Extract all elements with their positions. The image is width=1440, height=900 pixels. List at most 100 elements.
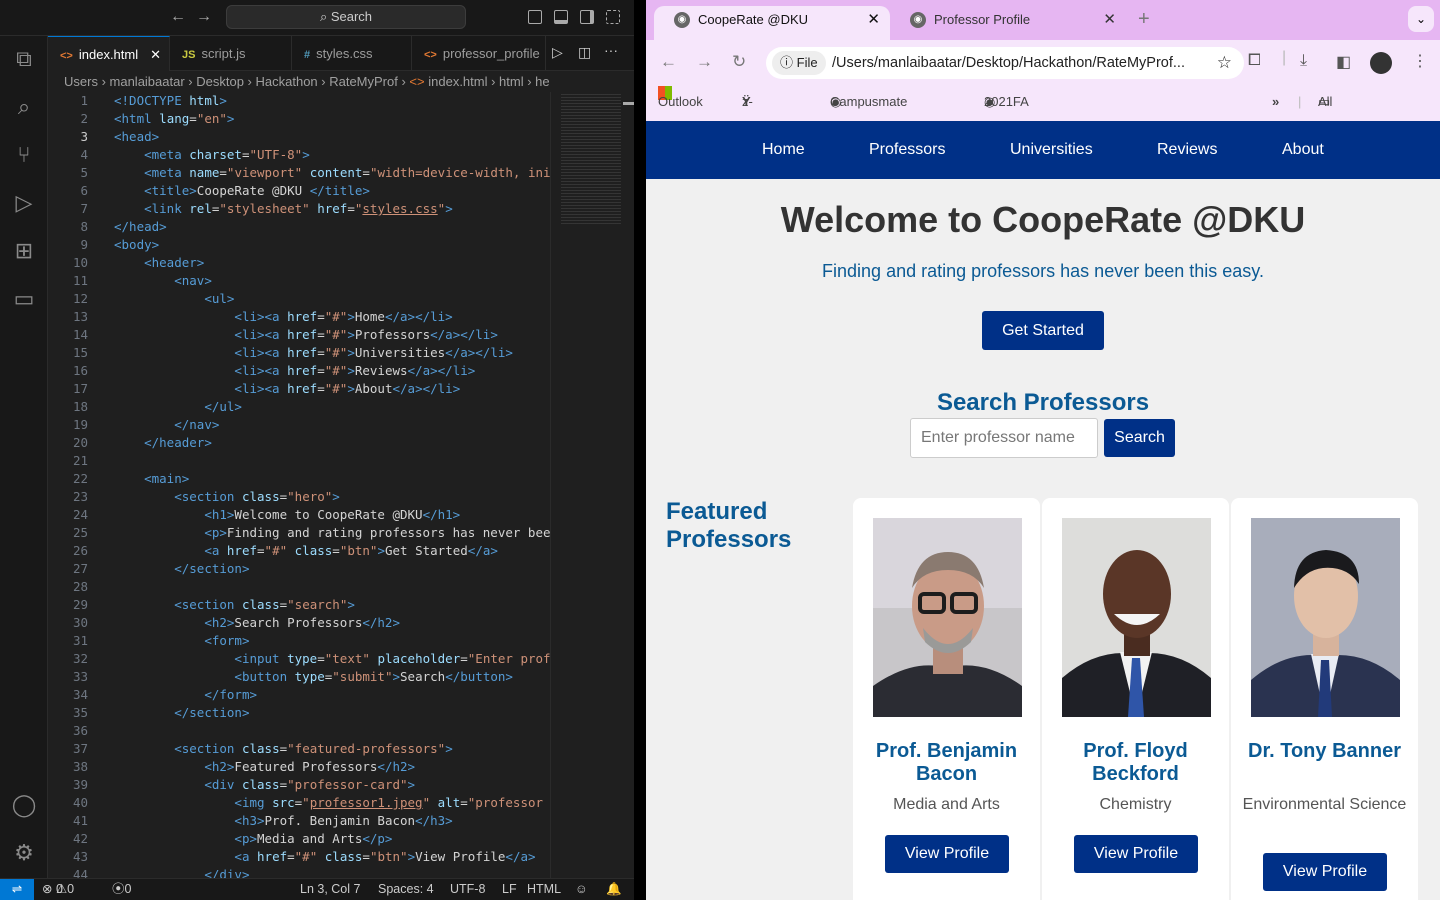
view-profile-button[interactable]: View Profile xyxy=(1263,853,1387,891)
nav-link-home[interactable]: Home xyxy=(762,121,805,179)
breadcrumb-item[interactable]: index.html xyxy=(428,74,487,89)
tab-script-js[interactable]: JS script.js xyxy=(170,36,292,71)
back-arrow-icon[interactable]: ← xyxy=(170,8,186,26)
code-line[interactable]: <form> xyxy=(114,633,249,648)
split-editor-icon[interactable]: ◫ xyxy=(578,44,591,61)
breadcrumb-item[interactable]: manlaibaatar xyxy=(110,74,185,89)
code-line[interactable]: <h3>Prof. Benjamin Bacon</h3> xyxy=(114,813,452,828)
code-line[interactable]: <section class="hero"> xyxy=(114,489,340,504)
code-line[interactable]: <!DOCTYPE html> xyxy=(114,93,227,108)
address-bar[interactable]: ⓘ File /Users/manlaibaatar/Desktop/Hacka… xyxy=(766,47,1244,79)
code-line[interactable]: <main> xyxy=(114,471,189,486)
breadcrumb-item[interactable]: html xyxy=(499,74,524,89)
toggle-panel-icon[interactable] xyxy=(554,10,568,24)
code-line[interactable]: <p>Finding and rating professors has nev… xyxy=(114,525,550,540)
indentation[interactable]: Spaces: 4 xyxy=(378,879,434,900)
view-profile-button[interactable]: View Profile xyxy=(885,835,1009,873)
code-line[interactable]: <ul> xyxy=(114,291,234,306)
remote-indicator-icon[interactable]: ⇌ xyxy=(0,879,34,900)
code-line[interactable]: <input type="text" placeholder="Enter pr… xyxy=(114,651,550,666)
back-arrow-icon[interactable]: ← xyxy=(660,52,677,72)
nav-link-reviews[interactable]: Reviews xyxy=(1157,121,1217,179)
tab-index-html[interactable]: <> index.html ✕ xyxy=(48,36,170,71)
code-line[interactable]: <section class="search"> xyxy=(114,597,355,612)
forward-arrow-icon[interactable]: → xyxy=(196,8,212,26)
code-line[interactable]: <title>CoopeRate @DKU </title> xyxy=(114,183,370,198)
code-line[interactable]: <li><a href="#">Professors</a></li> xyxy=(114,327,497,342)
more-actions-icon[interactable]: ··· xyxy=(604,42,618,58)
code-line[interactable]: <h2>Search Professors</h2> xyxy=(114,615,400,630)
code-line[interactable]: <html lang="en"> xyxy=(114,111,234,126)
tab-styles-css[interactable]: # styles.css xyxy=(292,36,412,71)
toggle-sidebar-icon[interactable] xyxy=(528,10,542,24)
problems-indicator[interactable]: ⊗ 0 ⚠ 0 xyxy=(42,879,74,900)
side-panel-icon[interactable]: ◧ xyxy=(1336,52,1351,72)
code-line[interactable]: </ul> xyxy=(114,399,242,414)
code-line[interactable]: <nav> xyxy=(114,273,212,288)
command-search[interactable]: ⌕ Search xyxy=(226,5,466,29)
notifications-bell-icon[interactable]: 🔔 xyxy=(606,879,622,900)
code-line[interactable]: <header> xyxy=(114,255,204,270)
nav-link-universities[interactable]: Universities xyxy=(1010,121,1093,179)
breadcrumb-item[interactable]: Desktop xyxy=(196,74,244,89)
search-button[interactable]: Search xyxy=(1104,419,1175,457)
minimap[interactable] xyxy=(550,92,635,878)
bookmark-star-icon[interactable]: ☆ xyxy=(1217,47,1232,79)
code-line[interactable]: </section> xyxy=(114,705,249,720)
cursor-position[interactable]: Ln 3, Col 7 xyxy=(300,879,360,900)
code-line[interactable]: <a href="#" class="btn">View Profile</a> xyxy=(114,849,535,864)
code-editor[interactable]: 1 <!DOCTYPE html> 2 <html lang="en"> 3 <head>… xyxy=(48,92,550,878)
code-line[interactable]: <li><a href="#">Universities</a></li> xyxy=(114,345,512,360)
copilot-icon[interactable]: ☺ xyxy=(575,879,588,900)
tab-search-chevron-icon[interactable]: ⌄ xyxy=(1408,6,1434,32)
profile-avatar[interactable] xyxy=(1370,52,1392,74)
browser-tab-professor-profile[interactable]: ◉ Professor Profile ✕ xyxy=(890,6,1126,40)
ports-indicator[interactable]: ⦿ 0 xyxy=(112,879,131,900)
breadcrumb-item[interactable]: he xyxy=(535,74,549,89)
nav-link-about[interactable]: About xyxy=(1282,121,1324,179)
code-line[interactable]: <h2>Featured Professors</h2> xyxy=(114,759,415,774)
code-line[interactable]: </div> xyxy=(114,867,249,878)
breadcrumb-item[interactable]: Users xyxy=(64,74,98,89)
end-of-line[interactable]: LF xyxy=(502,879,517,900)
view-profile-button[interactable]: View Profile xyxy=(1074,835,1198,873)
toggle-secondary-sidebar-icon[interactable] xyxy=(580,10,594,24)
code-line[interactable]: <h1>Welcome to CoopeRate @DKU</h1> xyxy=(114,507,460,522)
new-tab-icon[interactable]: + xyxy=(1138,8,1150,31)
run-icon[interactable]: ▷ xyxy=(552,44,563,61)
forward-arrow-icon[interactable]: → xyxy=(696,52,713,72)
downloads-icon[interactable]: ⤓ xyxy=(1300,52,1307,70)
code-line[interactable]: <li><a href="#">About</a></li> xyxy=(114,381,460,396)
code-line[interactable]: <link rel="stylesheet" href="styles.css"… xyxy=(114,201,453,216)
run-debug-icon[interactable]: ▷ xyxy=(11,190,37,216)
extensions-puzzle-icon[interactable]: ⧠ xyxy=(1248,52,1261,70)
explorer-icon[interactable]: ⧉ xyxy=(11,46,37,72)
code-line[interactable]: </head> xyxy=(114,219,167,234)
code-line[interactable]: </form> xyxy=(114,687,257,702)
code-line[interactable]: <button type="submit">Search</button> xyxy=(114,669,513,684)
code-line[interactable]: </section> xyxy=(114,561,249,576)
code-line[interactable]: <div class="professor-card"> xyxy=(114,777,415,792)
professor-search-input[interactable]: Enter professor name xyxy=(910,418,1098,458)
reload-icon[interactable]: ↻ xyxy=(732,52,746,72)
encoding[interactable]: UTF-8 xyxy=(450,879,485,900)
code-line[interactable]: <section class="featured-professors"> xyxy=(114,741,453,756)
breadcrumb-item[interactable]: Hackathon xyxy=(256,74,318,89)
file-scheme-chip[interactable]: ⓘ File xyxy=(772,51,826,75)
get-started-button[interactable]: Get Started xyxy=(982,311,1104,350)
code-line[interactable]: </nav> xyxy=(114,417,219,432)
extensions-icon[interactable]: ⊞ xyxy=(11,238,37,264)
nav-link-professors[interactable]: Professors xyxy=(869,121,945,179)
code-line[interactable]: <head> xyxy=(114,129,159,144)
more-bookmarks-chevron-icon[interactable]: » xyxy=(1272,86,1279,118)
close-tab-icon[interactable]: ✕ xyxy=(867,6,880,34)
tab-professor-profile[interactable]: <> professor_profile xyxy=(412,36,546,71)
close-tab-icon[interactable]: ✕ xyxy=(1103,6,1116,34)
search-icon[interactable]: ⌕ xyxy=(11,94,37,120)
code-line[interactable]: <li><a href="#">Reviews</a></li> xyxy=(114,363,475,378)
code-line[interactable]: <body> xyxy=(114,237,159,252)
source-control-icon[interactable]: ⑂ xyxy=(11,142,37,168)
code-line[interactable]: <li><a href="#">Home</a></li> xyxy=(114,309,452,324)
language-mode[interactable]: HTML xyxy=(527,879,561,900)
browser-menu-icon[interactable]: ⋮ xyxy=(1412,51,1428,71)
